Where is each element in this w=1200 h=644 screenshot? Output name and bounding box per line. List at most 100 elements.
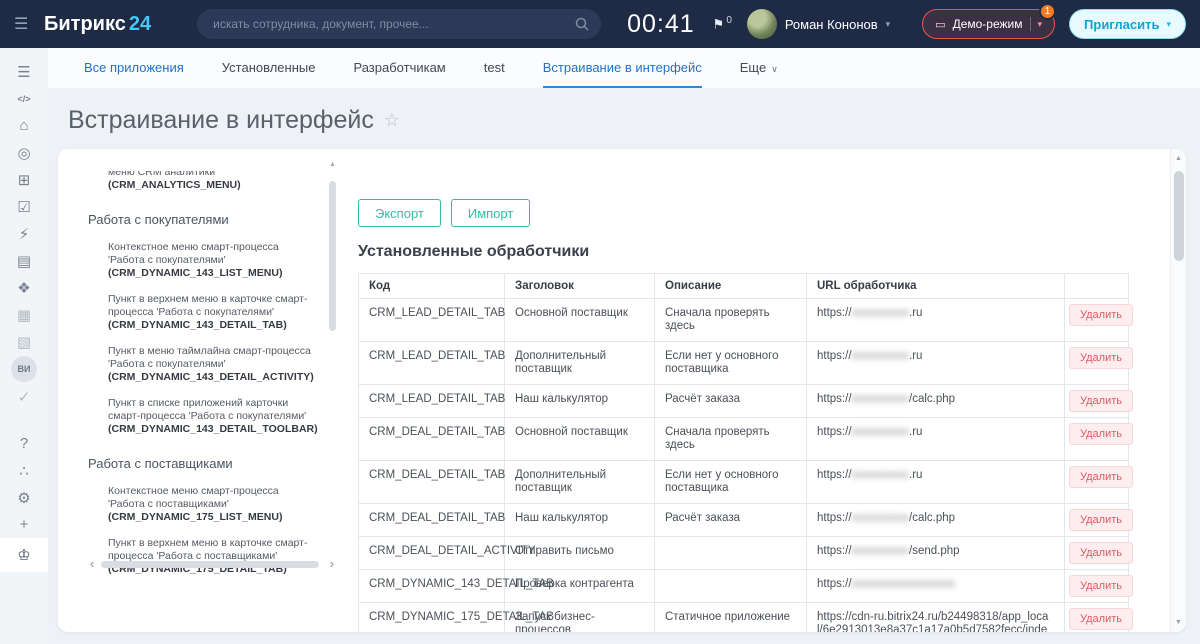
search-input[interactable] [197,9,601,39]
monitor-icon: ▭ [935,18,945,31]
delete-button[interactable]: Удалить [1069,542,1133,564]
cell-actions: Удалить [1065,603,1129,633]
apps-icon[interactable]: ▦ [0,301,48,328]
placement-item[interactable]: Контекстное меню смарт-процесса 'Работа … [108,241,314,280]
help-icon[interactable]: ? [0,430,48,457]
placement-item[interactable]: меню CRM аналитики(CRM_ANALYTICS_MENU) [108,171,314,192]
tab-more[interactable]: Еще∨ [740,48,778,88]
scroll-up-icon[interactable]: ▲ [1171,155,1186,162]
user-menu[interactable]: Роман Кононов ▾ [747,9,890,39]
tab-installed[interactable]: Установленные [222,48,316,88]
delete-button[interactable]: Удалить [1069,575,1133,597]
delete-button[interactable]: Удалить [1069,390,1133,412]
column-header: Заголовок [505,274,655,299]
contact-center-icon[interactable]: ▤ [0,247,48,274]
cell-url: https://xxxxxxxxxxxxxxxxxx [807,570,1065,603]
delete-button[interactable]: Удалить [1069,608,1133,630]
sidebar-bottom-group: ?∴⚙+♔ [0,430,48,572]
apps-2-icon[interactable]: ▧ [0,328,48,355]
market-icon[interactable]: ♔ [0,538,48,572]
handlers-heading: Установленные обработчики [358,243,1160,261]
crm-icon[interactable]: ◎ [0,139,48,166]
user-name: Роман Кононов [785,17,878,32]
shop-icon[interactable]: ⊞ [0,166,48,193]
cell-actions: Удалить [1065,504,1129,537]
add-icon[interactable]: + [0,511,48,538]
redacted-url-segment: xxxxxxxxxx [852,393,910,405]
cell-title: Запуск бизнес-процессов [505,603,655,633]
logo[interactable]: Битрикс24 [44,13,151,36]
favorite-star-icon[interactable]: ☆ [384,110,400,131]
structure-icon[interactable]: ∴ [0,457,48,484]
tab-all-apps[interactable]: Все приложения [84,48,184,88]
cell-code: CRM_LEAD_DETAIL_TAB [359,299,505,342]
cell-code: CRM_DEAL_DETAIL_TAB [359,418,505,461]
delete-button[interactable]: Удалить [1069,466,1133,488]
sidebar-top-group: ☰</>⌂◎⊞☑⚡▤❖▦▧ВИ✓ [0,58,48,410]
settings-icon[interactable]: ⚙ [0,484,48,511]
column-header: Описание [655,274,807,299]
card-scrollbar[interactable]: ▲ ▼ [1170,149,1186,632]
table-row: CRM_LEAD_DETAIL_TABОсновной поставщикСна… [359,299,1129,342]
cell-url: https://xxxxxxxxxx/calc.php [807,504,1065,537]
delete-button[interactable]: Удалить [1069,347,1133,369]
cell-actions: Удалить [1065,299,1129,342]
scroll-down-icon[interactable]: ▼ [1171,619,1186,626]
chevron-down-icon: ∨ [771,64,778,74]
cell-title: Дополнительный поставщик [505,342,655,385]
tab-test[interactable]: test [484,48,505,88]
scrollbar-track[interactable] [99,561,324,568]
delete-button[interactable]: Удалить [1069,423,1133,445]
cell-url: https://xxxxxxxxxx.ru [807,299,1065,342]
flag-icon[interactable]: ⚑0 [713,15,732,32]
tab-embedding[interactable]: Встраивание в интерфейс [543,48,702,88]
check-icon[interactable]: ✓ [0,383,48,410]
cell-actions: Удалить [1065,385,1129,418]
scroll-left-icon[interactable]: ‹ [90,558,94,570]
cell-url: https://xxxxxxxxxx/send.php [807,537,1065,570]
cell-code: CRM_LEAD_DETAIL_TAB [359,385,505,418]
card: меню CRM аналитики(CRM_ANALYTICS_MENU) Ра… [58,149,1186,632]
invite-button[interactable]: Пригласить ▾ [1069,9,1186,39]
scrollbar-thumb[interactable] [101,561,318,568]
table-row: CRM_DEAL_DETAIL_ACTIVITYОтправить письмо… [359,537,1129,570]
delete-button[interactable]: Удалить [1069,509,1133,531]
sites-icon[interactable]: ❖ [0,274,48,301]
scroll-up-icon[interactable]: ▴ [329,159,336,168]
redacted-url-segment: xxxxxxxxxxxxxxxxxx [852,578,956,590]
scroll-right-icon[interactable]: › [330,558,334,570]
cell-description: Расчёт заказа [655,385,807,418]
delete-button[interactable]: Удалить [1069,304,1133,326]
table-row: CRM_DYNAMIC_175_DETAIL_TABЗапуск бизнес-… [359,603,1129,633]
logo-name: Битрикс [44,13,126,35]
group-vi-avatar[interactable]: ВИ [11,356,37,382]
cell-description: Сначала проверять здесь [655,299,807,342]
table-row: CRM_DYNAMIC_143_DETAIL_TABПроверка контр… [359,570,1129,603]
cell-description [655,570,807,603]
company-icon[interactable]: ⌂ [0,112,48,139]
scrollbar-thumb[interactable] [329,181,336,331]
table-row: CRM_LEAD_DETAIL_TABДополнительный постав… [359,342,1129,385]
table-row: CRM_LEAD_DETAIL_TABНаш калькуляторРасчёт… [359,385,1129,418]
panel-scrollbar-vertical[interactable]: ▴ [329,173,336,533]
automation-icon[interactable]: ⚡ [0,220,48,247]
placement-item[interactable]: Контекстное меню смарт-процесса 'Работа … [108,485,314,524]
menu-icon[interactable]: ☰ [14,14,40,34]
placement-item[interactable]: Пункт в списке приложений карточки смарт… [108,397,314,436]
panel-scrollbar-horizontal[interactable]: ‹ › [90,557,334,571]
demo-mode-button[interactable]: ▭ Демо-режим ▾ 1 [922,9,1055,39]
scrollbar-thumb[interactable] [1174,171,1184,261]
handlers-pane: Экспорт Импорт Установленные обработчики… [358,149,1186,632]
export-button[interactable]: Экспорт [358,199,441,227]
placement-item[interactable]: Пункт в верхнем меню в карточке смарт-пр… [108,293,314,332]
cell-title: Дополнительный поставщик [505,461,655,504]
handlers-toolbar: Экспорт Импорт [358,199,1160,227]
tab-developers[interactable]: Разработчикам [353,48,445,88]
search-icon [575,17,589,31]
tasks-icon[interactable]: ☑ [0,193,48,220]
import-button[interactable]: Импорт [451,199,530,227]
feed-icon[interactable]: ☰ [0,58,48,85]
placement-item[interactable]: Пункт в меню таймлайна смарт-процесса 'Р… [108,345,314,384]
clock[interactable]: 00:41 [627,10,695,39]
code-icon[interactable]: </> [0,85,48,112]
